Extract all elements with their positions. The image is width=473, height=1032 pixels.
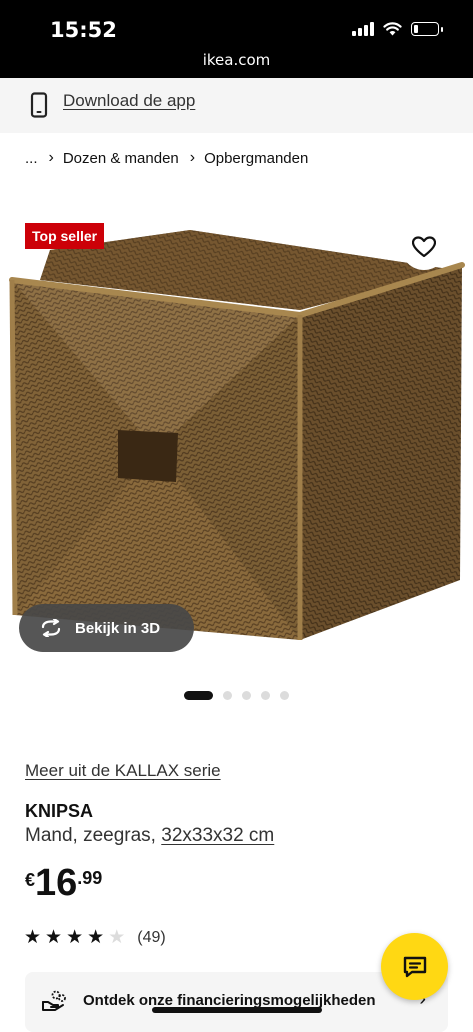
rotate-3d-icon xyxy=(41,619,61,637)
breadcrumb: ... › Dozen & manden › Opbergmanden xyxy=(25,149,308,167)
chevron-right-icon: › xyxy=(48,149,54,166)
status-icons xyxy=(352,22,443,36)
carousel-dot[interactable] xyxy=(261,691,270,700)
star-filled-icon: ★ xyxy=(66,927,84,948)
breadcrumb-item-dozen-manden[interactable]: Dozen & manden xyxy=(63,150,179,167)
product-image[interactable] xyxy=(0,220,473,660)
series-link[interactable]: Meer uit de KALLAX serie xyxy=(25,761,221,781)
chat-button[interactable] xyxy=(381,933,448,1000)
phone-icon xyxy=(30,92,48,118)
chat-icon xyxy=(403,956,426,977)
breadcrumb-item-opbergmanden[interactable]: Opbergmanden xyxy=(204,150,308,167)
signal-icon xyxy=(352,22,374,36)
product-rating[interactable]: ★ ★ ★ ★ ★ (49) xyxy=(24,928,166,947)
status-bar: 15:52 ikea.com xyxy=(0,0,473,78)
carousel-dot[interactable] xyxy=(184,691,213,700)
product-description: Mand, zeegras, 32x33x32 cm xyxy=(25,825,274,847)
top-seller-badge: Top seller xyxy=(25,223,105,249)
carousel-dots xyxy=(0,691,473,700)
breadcrumb-ellipsis[interactable]: ... xyxy=(25,150,38,167)
star-filled-icon: ★ xyxy=(24,927,42,948)
rating-stars: ★ ★ ★ ★ ★ xyxy=(24,928,125,947)
carousel-dot[interactable] xyxy=(242,691,251,700)
product-type: Mand, zeegras, xyxy=(25,825,156,846)
review-count[interactable]: (49) xyxy=(137,929,165,947)
price-integer: 16 xyxy=(35,862,78,904)
product-price: € 16 .99 xyxy=(25,864,102,902)
chevron-right-icon: › xyxy=(189,149,196,166)
status-time: 15:52 xyxy=(50,18,117,42)
home-indicator[interactable] xyxy=(152,1007,322,1013)
product-dimensions-link[interactable]: 32x33x32 cm xyxy=(161,825,274,846)
wifi-icon xyxy=(383,22,402,36)
favorite-button[interactable] xyxy=(401,224,447,270)
star-empty-icon: ★ xyxy=(108,927,126,948)
hand-coins-icon xyxy=(42,990,66,1011)
star-filled-icon: ★ xyxy=(87,927,105,948)
price-decimal: .99 xyxy=(77,868,103,888)
view-3d-button[interactable]: Bekijk in 3D xyxy=(19,604,194,652)
carousel-dot[interactable] xyxy=(223,691,232,700)
product-name: KNIPSA xyxy=(25,801,94,821)
star-filled-icon: ★ xyxy=(45,927,63,948)
heart-icon xyxy=(412,236,436,258)
view-3d-label: Bekijk in 3D xyxy=(75,619,161,637)
battery-icon xyxy=(411,22,443,36)
download-app-link[interactable]: Download de app xyxy=(63,91,195,111)
price-currency: € xyxy=(25,870,36,890)
address-url[interactable]: ikea.com xyxy=(0,51,473,69)
carousel-dot[interactable] xyxy=(280,691,289,700)
